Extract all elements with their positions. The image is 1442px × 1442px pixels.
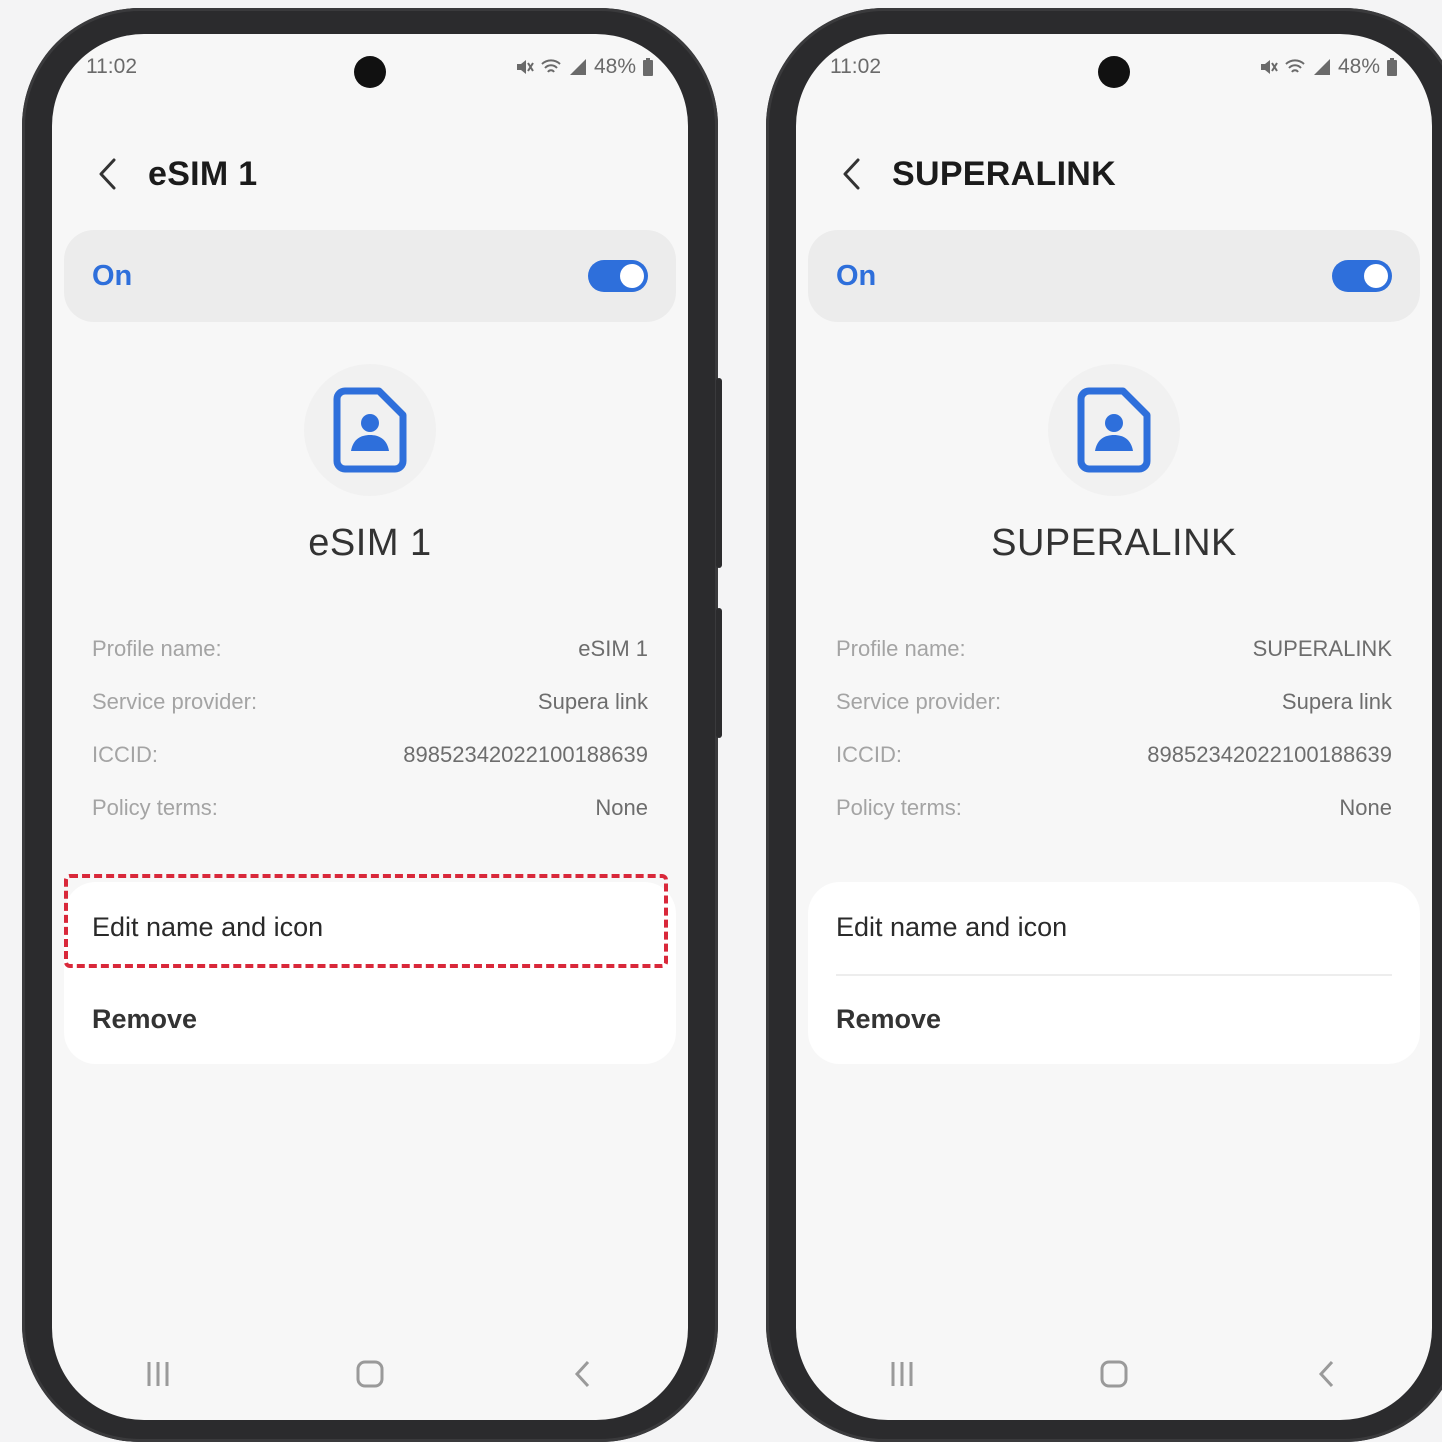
status-time: 11:02 [830,55,881,78]
app-header: eSIM 1 [92,146,658,202]
sim-toggle-switch[interactable] [1332,260,1392,292]
home-button[interactable] [1084,1354,1144,1394]
wifi-icon [1285,59,1305,73]
mute-icon [516,60,534,74]
home-button[interactable] [340,1354,400,1394]
home-icon [356,1360,384,1388]
battery-icon [643,58,653,76]
profile-details: Profile name: SUPERALINK Service provide… [836,622,1392,834]
profile-icon-circle [1048,364,1180,496]
detail-row-policy-terms: Policy terms: None [92,794,648,820]
battery-icon [1387,58,1397,76]
detail-row-iccid: ICCID: 89852342022100188639 [836,741,1392,767]
remove-button[interactable]: Remove [92,974,648,1064]
signal-icon [1313,59,1330,75]
page-title: SUPERALINK [892,154,1117,193]
detail-row-service-provider: Service provider: Supera link [836,688,1392,714]
recents-icon [891,1362,913,1386]
sim-toggle-row[interactable]: On [808,230,1420,322]
actions-card: Edit name and icon Remove [808,882,1420,1064]
status-time: 11:02 [86,55,137,78]
profile-display-name: SUPERALINK [991,522,1237,564]
nav-back-icon [574,1360,590,1388]
front-camera [354,56,386,88]
phone-right: 11:02 48% SUPERALINK On SUPERALINK Profi… [766,8,1442,1442]
recents-button[interactable] [872,1354,932,1394]
back-chevron-icon [99,158,116,190]
detail-row-profile-name: Profile name: SUPERALINK [836,635,1392,661]
sim-profile-icon [1077,387,1151,473]
profile-display-name: eSIM 1 [308,522,432,564]
sim-toggle-switch[interactable] [588,260,648,292]
navigation-bar [796,1354,1432,1394]
nav-back-button[interactable] [1296,1354,1356,1394]
page-title: eSIM 1 [148,154,258,193]
battery-percent: 48% [1337,55,1380,78]
phone-left: 11:02 48% eSIM 1 On eSIM 1 Profile name:… [22,8,722,1442]
back-chevron-icon [843,158,860,190]
phone-screen: 11:02 48% eSIM 1 On eSIM 1 Profile name:… [52,34,688,1420]
detail-row-profile-name: Profile name: eSIM 1 [92,635,648,661]
profile-details: Profile name: eSIM 1 Service provider: S… [92,622,648,834]
toggle-label: On [836,259,877,292]
toggle-label: On [92,259,133,292]
signal-icon [569,59,586,75]
mute-icon [1260,60,1278,74]
detail-row-policy-terms: Policy terms: None [836,794,1392,820]
front-camera [1098,56,1130,88]
remove-button[interactable]: Remove [836,974,1392,1064]
nav-back-icon [1318,1360,1334,1388]
power-button [716,608,722,738]
detail-row-service-provider: Service provider: Supera link [92,688,648,714]
navigation-bar [52,1354,688,1394]
back-button[interactable] [92,154,122,194]
recents-icon [147,1362,169,1386]
phone-screen: 11:02 48% SUPERALINK On SUPERALINK Profi… [796,34,1432,1420]
wifi-icon [541,59,561,73]
home-icon [1100,1360,1128,1388]
sim-toggle-row[interactable]: On [64,230,676,322]
sim-profile-icon [333,387,407,473]
back-button[interactable] [836,154,866,194]
volume-button [716,378,722,568]
profile-icon-circle [304,364,436,496]
highlight-box [64,874,668,968]
detail-row-iccid: ICCID: 89852342022100188639 [92,741,648,767]
battery-percent: 48% [593,55,636,78]
recents-button[interactable] [128,1354,188,1394]
app-header: SUPERALINK [836,146,1402,202]
nav-back-button[interactable] [552,1354,612,1394]
edit-name-and-icon-button[interactable]: Edit name and icon [836,882,1392,972]
